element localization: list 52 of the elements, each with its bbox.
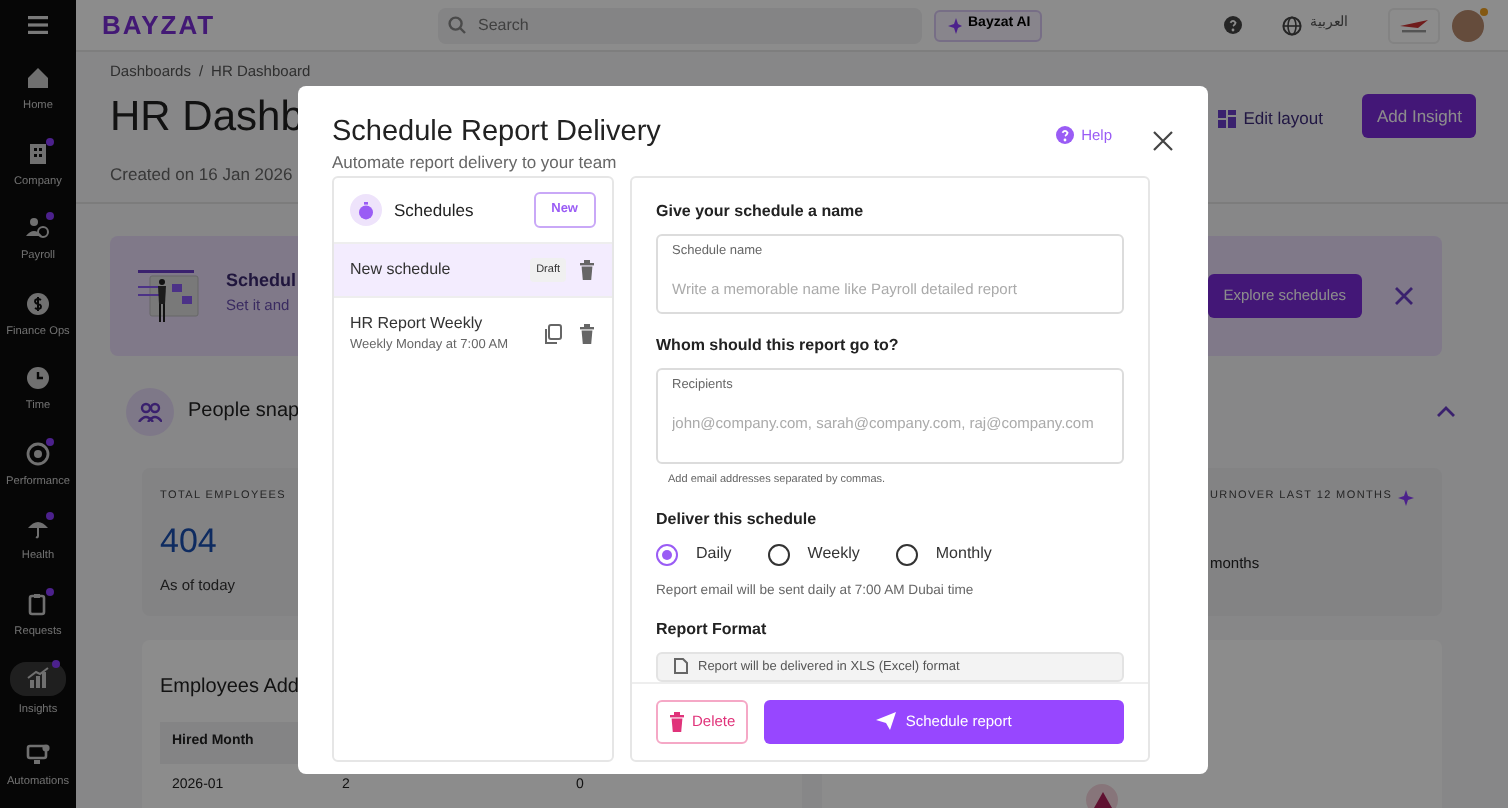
close-icon	[1152, 130, 1174, 153]
monitor-icon	[26, 741, 50, 766]
send-icon	[875, 712, 896, 731]
radio-option[interactable]: Daily	[656, 542, 732, 567]
chevron-up-icon	[1436, 405, 1456, 418]
umbrella-icon	[26, 516, 50, 541]
sparkle-icon	[1398, 488, 1417, 507]
trash-icon[interactable]	[578, 260, 596, 281]
field-label: Deliver this schedule	[656, 508, 819, 533]
radio-option[interactable]: Monthly	[895, 542, 992, 567]
stat-value: 404	[160, 520, 219, 565]
company-logo-icon	[1398, 17, 1430, 34]
people-icon	[26, 216, 50, 241]
section-title: People snap	[188, 398, 300, 427]
sparkle-icon	[946, 17, 962, 34]
copy-icon[interactable]	[544, 323, 562, 344]
collapse-button[interactable]	[1436, 405, 1456, 418]
layout-icon	[1217, 109, 1236, 128]
file-icon	[674, 658, 688, 675]
banner-title: Schedul	[226, 267, 297, 294]
warning-icon	[1093, 792, 1111, 808]
help-icon[interactable]	[1224, 16, 1242, 35]
search-input[interactable]: Search	[474, 11, 874, 40]
building-icon	[26, 141, 50, 166]
stopwatch-icon	[358, 201, 374, 220]
menu-icon[interactable]	[28, 16, 48, 34]
chart-icon	[26, 666, 50, 691]
add-insight-button[interactable]: Add Insight	[1362, 93, 1476, 139]
home-icon	[26, 66, 50, 91]
logo: BAYZAT	[102, 7, 218, 44]
dollar-icon	[26, 291, 50, 316]
trash-icon	[668, 711, 684, 732]
help-icon	[1055, 126, 1074, 145]
trash-icon[interactable]	[578, 323, 596, 344]
schedule-name: HR Report Weekly	[350, 311, 485, 336]
search-bar[interactable]: Search	[438, 7, 922, 44]
clipboard-icon	[26, 591, 50, 616]
globe-icon	[1282, 15, 1302, 36]
field-label: Whom should this report go to?	[656, 334, 901, 359]
close-icon	[1394, 285, 1414, 306]
target-icon	[26, 441, 50, 466]
field-label: Report Format	[656, 617, 769, 642]
radio-option[interactable]: Weekly	[767, 542, 860, 567]
clock-icon	[26, 366, 50, 391]
status-dot	[1480, 7, 1488, 16]
card-title: Employees Add	[160, 674, 299, 703]
schedule-name: New schedule	[350, 258, 451, 283]
search-icon	[448, 16, 466, 35]
edit-layout-button[interactable]: Edit layout	[1205, 103, 1335, 133]
field-label: Give your schedule a name	[656, 200, 866, 225]
modal-title: Schedule Report Delivery	[332, 116, 661, 151]
people-icon	[138, 401, 162, 422]
